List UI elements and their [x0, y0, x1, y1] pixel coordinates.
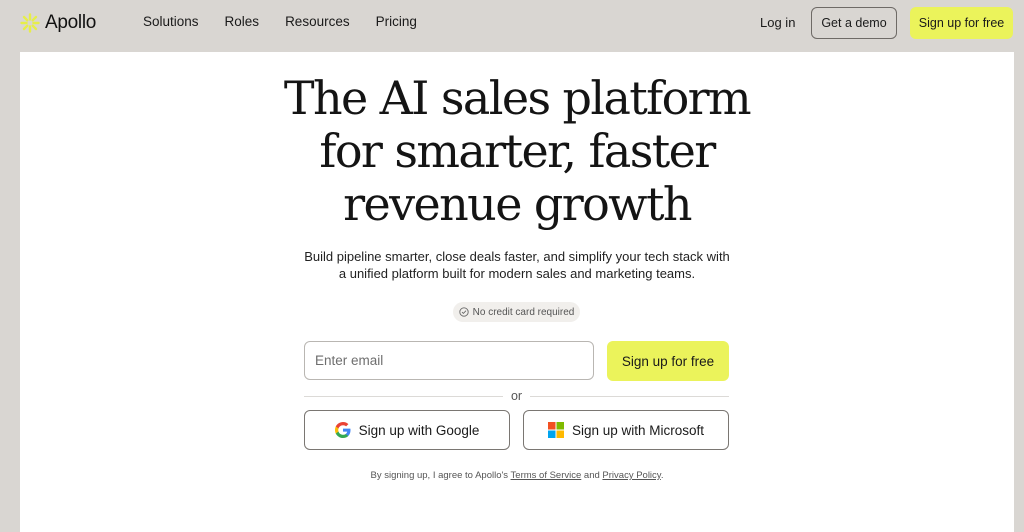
legal-prefix: By signing up, I agree to Apollo's: [370, 470, 509, 481]
divider-line-right: [530, 395, 729, 397]
google-button-label: Sign up with Google: [358, 422, 480, 438]
check-circle-icon: [458, 307, 469, 317]
signup-with-microsoft-button[interactable]: Sign up with Microsoft: [523, 410, 729, 450]
legal-suffix: .: [660, 470, 664, 481]
login-link[interactable]: Log in: [760, 15, 795, 30]
badge-text: No credit card required: [472, 306, 575, 318]
signup-button[interactable]: Sign up for free: [607, 341, 729, 381]
divider-line-left: [304, 395, 503, 397]
terms-of-service-link[interactable]: Terms of Service: [511, 470, 582, 481]
nav-link-roles[interactable]: Roles: [225, 14, 260, 29]
headline-line-1: The AI sales platform: [283, 71, 752, 125]
get-a-demo-button[interactable]: Get a demo: [811, 7, 897, 39]
apollo-sunburst-icon: [20, 13, 40, 33]
or-divider: or: [304, 388, 729, 404]
nav-link-resources[interactable]: Resources: [285, 14, 350, 29]
headline-line-3: revenue growth: [343, 177, 692, 231]
hero-subtitle: Build pipeline smarter, close deals fast…: [0, 248, 1024, 282]
microsoft-icon: [547, 422, 564, 438]
headline-line-2: for smarter, faster: [319, 124, 716, 178]
subtitle-line-2: a unified platform built for modern sale…: [338, 266, 696, 281]
legal-disclaimer: By signing up, I agree to Apollo's Terms…: [0, 470, 1024, 481]
top-navigation: Apollo Solutions Roles Resources Pricing…: [0, 0, 1024, 48]
nav-links: Solutions Roles Resources Pricing: [143, 14, 417, 29]
nav-link-solutions[interactable]: Solutions: [143, 14, 199, 29]
google-icon: [334, 422, 351, 438]
nav-link-pricing[interactable]: Pricing: [376, 14, 417, 29]
nav-signup-button[interactable]: Sign up for free: [910, 7, 1013, 39]
microsoft-button-label: Sign up with Microsoft: [571, 422, 705, 438]
hero-headline: The AI sales platform for smarter, faste…: [0, 72, 1024, 231]
logo-text: Apollo: [45, 12, 97, 33]
email-input[interactable]: [304, 341, 594, 380]
legal-and: and: [583, 470, 600, 481]
signup-with-google-button[interactable]: Sign up with Google: [304, 410, 510, 450]
or-text: or: [510, 389, 523, 403]
privacy-policy-link[interactable]: Privacy Policy: [602, 470, 660, 481]
apollo-logo[interactable]: Apollo: [20, 10, 96, 36]
no-credit-card-badge: No credit card required: [453, 302, 580, 322]
subtitle-line-1: Build pipeline smarter, close deals fast…: [304, 249, 730, 264]
